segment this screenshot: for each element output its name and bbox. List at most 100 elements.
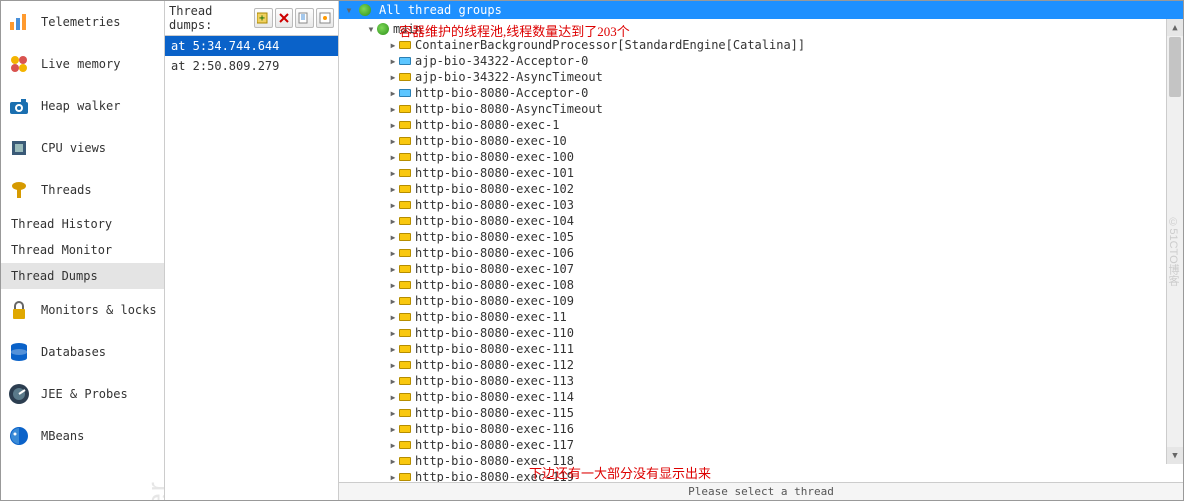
thread-row[interactable]: ▸http-bio-8080-exec-118 (339, 453, 1183, 469)
dump-item[interactable]: at 5:34.744.644 (165, 36, 338, 56)
expand-icon[interactable]: ▸ (387, 374, 399, 388)
thread-state-icon (399, 265, 411, 273)
thread-row[interactable]: ▸http-bio-8080-exec-101 (339, 165, 1183, 181)
thread-row[interactable]: ▸http-bio-8080-exec-105 (339, 229, 1183, 245)
thread-row[interactable]: ▸http-bio-8080-exec-114 (339, 389, 1183, 405)
expand-icon[interactable]: ▸ (387, 86, 399, 100)
thread-row[interactable]: ▸http-bio-8080-exec-111 (339, 341, 1183, 357)
scroll-thumb[interactable] (1169, 37, 1181, 97)
expand-icon[interactable]: ▸ (387, 278, 399, 292)
thread-name: http-bio-8080-exec-116 (415, 422, 574, 436)
sidebar-item-probe[interactable]: JEE & Probes (1, 373, 164, 415)
thread-row[interactable]: ▸http-bio-8080-exec-104 (339, 213, 1183, 229)
expand-icon[interactable]: ▸ (387, 54, 399, 68)
expand-icon[interactable]: ▸ (387, 102, 399, 116)
expand-icon[interactable]: ▸ (387, 134, 399, 148)
dump-toolbar-label: Thread dumps: (169, 4, 246, 32)
dump-item[interactable]: at 2:50.809.279 (165, 56, 338, 76)
copy-dump-button[interactable] (295, 8, 313, 28)
expand-icon[interactable]: ▸ (387, 326, 399, 340)
expand-icon[interactable]: ▸ (387, 150, 399, 164)
thread-row[interactable]: ▸ ajp-bio-34322-AsyncTimeout (339, 69, 1183, 85)
expand-icon[interactable]: ▸ (387, 454, 399, 468)
thread-state-icon (399, 153, 411, 161)
add-dump-button[interactable]: + (254, 8, 272, 28)
thread-row[interactable]: ▸http-bio-8080-exec-117 (339, 437, 1183, 453)
thread-state-icon (399, 137, 411, 145)
thread-row[interactable]: ▸http-bio-8080-exec-107 (339, 261, 1183, 277)
sidebar-item-telemetries[interactable]: Telemetries (1, 1, 164, 43)
db-icon (7, 340, 31, 364)
thread-row[interactable]: ▸http-bio-8080-exec-11 (339, 309, 1183, 325)
sidebar-item-db[interactable]: Databases (1, 331, 164, 373)
expand-icon[interactable]: ▸ (387, 214, 399, 228)
expand-icon[interactable]: ▸ (387, 310, 399, 324)
thread-row[interactable]: ▸http-bio-8080-AsyncTimeout (339, 101, 1183, 117)
thread-row[interactable]: ▸http-bio-8080-exec-109 (339, 293, 1183, 309)
svg-text:+: + (259, 13, 265, 24)
expand-icon[interactable]: ▸ (387, 438, 399, 452)
thread-row[interactable]: ▸ http-bio-8080-exec-112 (339, 357, 1183, 373)
expand-icon[interactable]: ▸ (387, 118, 399, 132)
expand-icon[interactable]: ▸ (387, 166, 399, 180)
delete-dump-button[interactable] (275, 8, 293, 28)
sidebar-item-camera[interactable]: Heap walker (1, 85, 164, 127)
thread-state-icon (399, 105, 411, 113)
expand-icon[interactable]: ▸ (387, 182, 399, 196)
sidebar-item-threads[interactable]: Threads (1, 169, 164, 211)
thread-row[interactable]: ▸http-bio-8080-exec-10 (339, 133, 1183, 149)
thread-state-icon (399, 73, 411, 81)
vertical-scrollbar[interactable]: ▲ ▼ (1166, 19, 1183, 464)
thread-name: ajp-bio-34322-AsyncTimeout (415, 70, 603, 84)
scroll-up-button[interactable]: ▲ (1167, 19, 1183, 36)
annotation-top: 容器维护的线程池,线程数量达到了203个 (399, 21, 630, 40)
sidebar-item-memory[interactable]: Live memory (1, 43, 164, 85)
sidebar-item-lock[interactable]: Monitors & locks (1, 289, 164, 331)
expand-icon[interactable]: ▸ (387, 294, 399, 308)
sidebar-subitem[interactable]: Thread Dumps (1, 263, 164, 289)
expand-icon[interactable]: ▸ (387, 70, 399, 84)
sidebar-item-bean[interactable]: MBeans (1, 415, 164, 457)
expand-icon[interactable]: ▸ (387, 342, 399, 356)
expand-icon[interactable]: ▸ (387, 470, 399, 482)
scroll-down-button[interactable]: ▼ (1167, 447, 1183, 464)
thread-row[interactable]: ▸http-bio-8080-exec-1 (339, 117, 1183, 133)
expand-icon[interactable]: ▸ (387, 390, 399, 404)
thread-row[interactable]: ▸http-bio-8080-exec-108 (339, 277, 1183, 293)
expand-icon[interactable]: ▸ (387, 198, 399, 212)
thread-row[interactable]: ▸http-bio-8080-exec-106 (339, 245, 1183, 261)
thread-row[interactable]: ▸http-bio-8080-exec-100 (339, 149, 1183, 165)
sidebar-subitem[interactable]: Thread Monitor (1, 237, 164, 263)
sidebar-label: Heap walker (41, 99, 120, 113)
thread-row[interactable]: ▸ajp-bio-34322-Acceptor-0 (339, 53, 1183, 69)
collapse-icon[interactable]: ▾ (365, 22, 377, 36)
collapse-icon[interactable]: ▾ (343, 3, 355, 17)
thread-row[interactable]: ▸http-bio-8080-exec-103 (339, 197, 1183, 213)
settings-dump-button[interactable] (316, 8, 334, 28)
expand-icon[interactable]: ▸ (387, 38, 399, 52)
expand-icon[interactable]: ▸ (387, 262, 399, 276)
thread-state-icon (399, 361, 411, 369)
camera-icon (7, 94, 31, 118)
sidebar-subitem[interactable]: Thread History (1, 211, 164, 237)
thread-row[interactable]: ▸http-bio-8080-exec-113 (339, 373, 1183, 389)
expand-icon[interactable]: ▸ (387, 230, 399, 244)
thread-state-icon (399, 233, 411, 241)
tree-header[interactable]: ▾ All thread groups (339, 1, 1183, 19)
dump-list[interactable]: at 5:34.744.644at 2:50.809.279 (165, 36, 338, 500)
thread-row[interactable]: ▸http-bio-8080-exec-119 (339, 469, 1183, 482)
thread-row[interactable]: ▸http-bio-8080-exec-110 (339, 325, 1183, 341)
expand-icon[interactable]: ▸ (387, 358, 399, 372)
expand-icon[interactable]: ▸ (387, 246, 399, 260)
expand-icon[interactable]: ▸ (387, 406, 399, 420)
expand-icon[interactable]: ▸ (387, 422, 399, 436)
thread-row[interactable]: ▸ http-bio-8080-exec-116 (339, 421, 1183, 437)
thread-tree[interactable]: 容器维护的线程池,线程数量达到了203个 ▾ main ▸ContainerBa… (339, 19, 1183, 482)
thread-state-icon (399, 281, 411, 289)
thread-name: http-bio-8080-exec-112 (415, 358, 574, 372)
thread-row[interactable]: ▸http-bio-8080-exec-115 (339, 405, 1183, 421)
thread-row[interactable]: ▸http-bio-8080-exec-102 (339, 181, 1183, 197)
sidebar-item-cpu[interactable]: CPU views (1, 127, 164, 169)
thread-row[interactable]: ▸http-bio-8080-Acceptor-0 (339, 85, 1183, 101)
thread-state-icon (399, 185, 411, 193)
